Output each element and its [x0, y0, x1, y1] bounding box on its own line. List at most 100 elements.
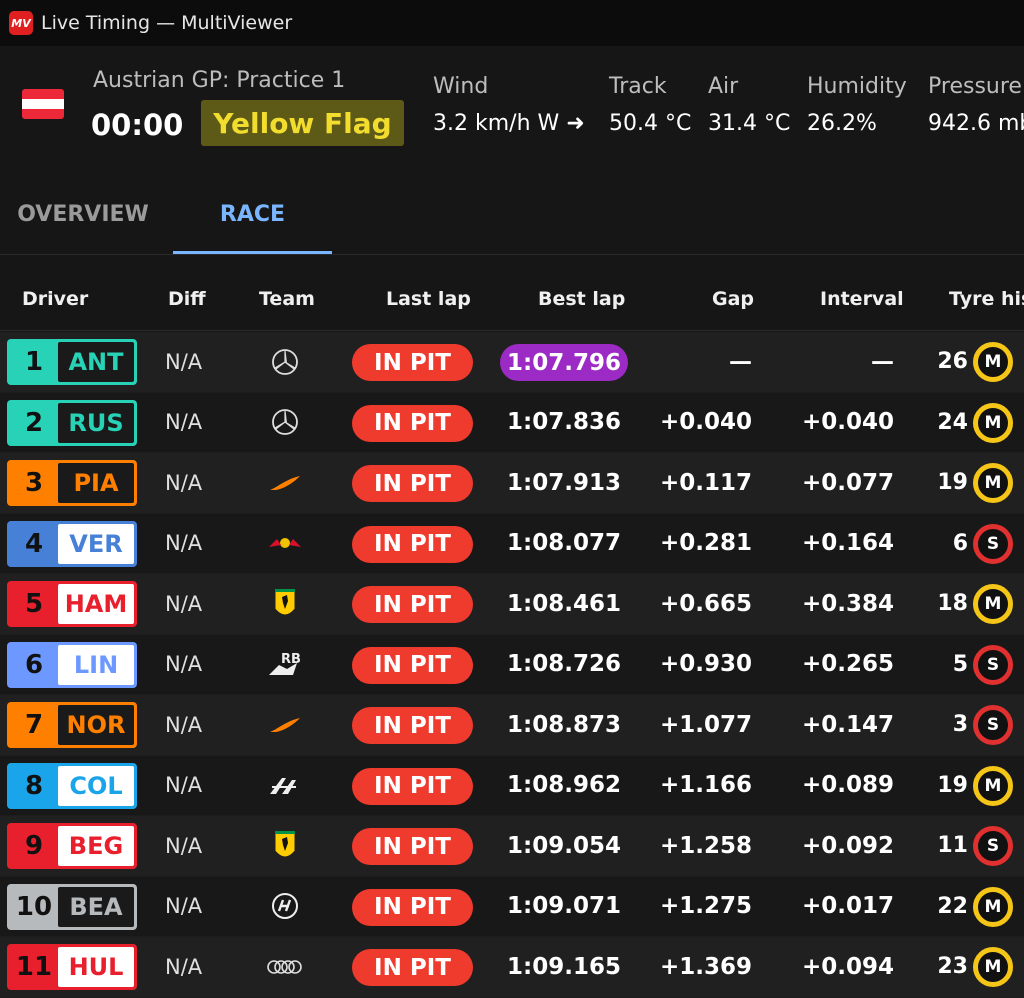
driver-badge[interactable]: 8 COL — [7, 762, 137, 809]
table-row[interactable]: 4 VER N/A IN PIT 1:08.077 +0.281 +0.164 6 S — [0, 513, 1024, 574]
gap-value: +0.040 — [659, 409, 752, 435]
tyre-compound-icon: S — [973, 523, 1013, 564]
weather-pressure: Pressure 942.6 mb — [928, 74, 1024, 136]
tyre-compound-icon: M — [973, 342, 1013, 382]
driver-position: 7 — [24, 710, 44, 740]
interval-value: +0.164 — [801, 530, 894, 556]
interval-value: +0.147 — [801, 711, 894, 738]
diff-value: N/A — [165, 894, 203, 918]
tyre-laps: 3 — [952, 712, 968, 737]
redbull-icon — [265, 514, 305, 573]
weather-label: Track — [609, 74, 667, 99]
driver-position: 9 — [24, 831, 44, 861]
col-team[interactable]: Team — [259, 288, 315, 310]
audi-icon — [265, 937, 305, 996]
interval-value: +0.089 — [801, 772, 894, 798]
col-tyre-history[interactable]: Tyre history — [949, 288, 1024, 310]
weather-value: 26.2% — [807, 111, 877, 136]
table-row[interactable]: 5 HAM N/A IN PIT 1:08.461 +0.665 +0.384 18 M — [0, 574, 1024, 635]
diff-value: N/A — [165, 773, 203, 797]
weather-value: 942.6 mb — [928, 111, 1024, 136]
tab-overview[interactable]: OVERVIEW — [0, 174, 166, 254]
gap-value: +1.275 — [659, 893, 752, 919]
best-lap-time: 1:08.461 — [507, 590, 621, 617]
driver-code: NOR — [58, 705, 134, 745]
driver-position: 11 — [15, 952, 53, 982]
racing-bulls-icon: RB — [265, 635, 305, 694]
driver-badge[interactable]: 3 PIA — [7, 460, 137, 506]
session-clock: 00:00 — [91, 108, 184, 142]
table-row[interactable]: 8 COL N/A IN PIT 1:08.962 +1.166 +0.089 19 M — [0, 755, 1024, 816]
mercedes-icon — [265, 332, 305, 391]
tab-race[interactable]: RACE — [173, 174, 332, 254]
austria-flag-icon — [22, 89, 64, 119]
driver-code: BEA — [58, 886, 134, 927]
best-lap-time: 1:08.077 — [507, 530, 621, 556]
tyre-compound-icon: S — [973, 826, 1013, 866]
tyre-compound-icon: S — [973, 705, 1013, 745]
driver-code: RUS — [58, 402, 134, 443]
driver-badge[interactable]: 6 LIN — [7, 641, 137, 688]
diff-value: N/A — [165, 470, 203, 495]
table-row[interactable]: 7 NOR N/A IN PIT 1:08.873 +1.077 +0.147 3 S — [0, 695, 1024, 756]
gap-value: +0.281 — [659, 530, 752, 556]
last-lap-in-pit-badge: IN PIT — [352, 949, 473, 986]
gap-value: +1.166 — [659, 772, 752, 798]
tyre-laps: 23 — [937, 954, 968, 979]
table-row[interactable]: 2 RUS N/A IN PIT 1:07.836 +0.040 +0.040 24 M — [0, 392, 1024, 453]
window-title: Live Timing — MultiViewer — [41, 12, 293, 34]
table-row[interactable]: 11 HUL N/A IN PIT 1:09.165 +1.369 +0.094 23 M — [0, 937, 1024, 998]
haas-icon — [265, 877, 305, 936]
gap-value: +0.930 — [659, 651, 752, 677]
col-interval[interactable]: Interval — [820, 288, 904, 310]
gap-value: +1.258 — [659, 832, 752, 859]
tyre-laps: 19 — [937, 772, 968, 798]
title-bar: MV Live Timing — MultiViewer — [0, 0, 1024, 46]
table-row[interactable]: 1 ANT N/A IN PIT 1:07.796 — — 26 M — [0, 332, 1024, 393]
driver-code: VER — [58, 523, 134, 564]
best-lap-time: 1:08.962 — [507, 772, 621, 798]
tyre-compound-icon: M — [973, 947, 1013, 987]
driver-badge[interactable]: 5 HAM — [7, 581, 137, 627]
diff-value: N/A — [165, 591, 203, 616]
tyre-laps: 5 — [952, 651, 968, 677]
diff-value: N/A — [165, 410, 203, 434]
weather-track-temp: Track 50.4 °C — [609, 74, 691, 136]
weather-air-temp: Air 31.4 °C — [708, 74, 790, 136]
driver-code: HAM — [58, 584, 134, 624]
driver-badge[interactable]: 11 HUL — [7, 944, 137, 990]
driver-badge[interactable]: 10 BEA — [7, 883, 137, 930]
tyre-compound-icon: M — [973, 886, 1013, 927]
driver-badge[interactable]: 1 ANT — [7, 339, 137, 385]
interval-value: +0.384 — [801, 590, 894, 617]
driver-badge[interactable]: 7 NOR — [7, 702, 137, 748]
driver-badge[interactable]: 4 VER — [7, 520, 137, 567]
table-row[interactable]: 3 PIA N/A IN PIT 1:07.913 +0.117 +0.077 19 M — [0, 453, 1024, 514]
driver-badge[interactable]: 2 RUS — [7, 399, 137, 446]
weather-value: 3.2 km/h W ➜ — [433, 111, 585, 136]
driver-position: 8 — [24, 770, 44, 801]
tyre-compound-icon: M — [973, 463, 1013, 503]
last-lap-in-pit-badge: IN PIT — [352, 344, 473, 381]
interval-value: +0.017 — [801, 893, 894, 919]
col-gap[interactable]: Gap — [712, 288, 754, 310]
diff-value: N/A — [165, 954, 203, 979]
table-row[interactable]: 9 BEG N/A IN PIT 1:09.054 +1.258 +0.092 11 S — [0, 816, 1024, 877]
table-row[interactable]: 6 LIN N/A RB IN PIT 1:08.726 +0.930 +0.265 5 S — [0, 634, 1024, 695]
col-best-lap[interactable]: Best lap — [538, 288, 625, 310]
last-lap-in-pit-badge: IN PIT — [352, 767, 473, 805]
mclaren-icon — [265, 453, 305, 512]
best-lap-time: 1:08.726 — [507, 651, 621, 677]
driver-code: ANT — [58, 342, 134, 382]
last-lap-in-pit-badge: IN PIT — [352, 586, 473, 623]
driver-code: COL — [58, 765, 134, 806]
last-lap-in-pit-badge: IN PIT — [352, 828, 473, 865]
best-lap-time: 1:08.873 — [507, 711, 621, 738]
tyre-laps: 22 — [937, 893, 968, 919]
col-last-lap[interactable]: Last lap — [386, 288, 471, 310]
col-diff[interactable]: Diff — [168, 288, 206, 310]
table-row[interactable]: 10 BEA N/A IN PIT 1:09.071 +1.275 +0.017 22 M — [0, 876, 1024, 937]
tyre-laps: 24 — [937, 409, 968, 435]
driver-badge[interactable]: 9 BEG — [7, 823, 137, 869]
col-driver[interactable]: Driver — [22, 288, 88, 310]
